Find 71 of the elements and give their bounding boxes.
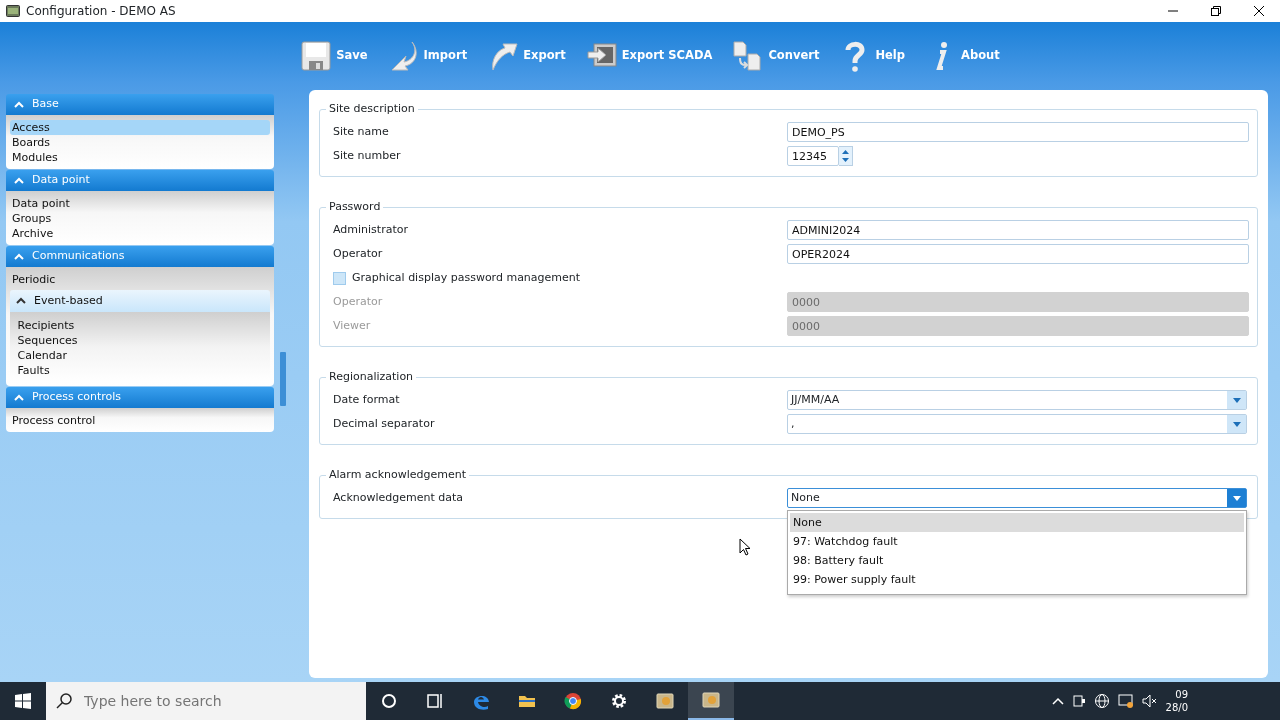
app-window-icon <box>701 690 721 710</box>
dropdown-arrow-icon <box>1232 495 1241 501</box>
sidebar-item[interactable]: Faults <box>12 362 268 378</box>
monitor-warning-icon[interactable] <box>1117 693 1134 709</box>
dropdown-field[interactable]: JJ/MM/AA <box>787 390 1247 410</box>
group-title: Alarm acknowledgement <box>328 468 468 482</box>
sidebar-item[interactable]: Periodic <box>10 272 270 287</box>
checkbox[interactable] <box>333 271 346 285</box>
number-field[interactable]: 12345 <box>787 146 839 166</box>
dropdown-option[interactable]: 97: Watchdog fault <box>790 532 1244 551</box>
field-label: Administrator <box>333 221 409 238</box>
dropdown-field[interactable]: , <box>787 414 1247 434</box>
input-field[interactable]: ADMINI2024 <box>787 220 1249 240</box>
group-title: Site description <box>328 102 416 116</box>
window-title: Configuration - DEMO AS <box>26 3 176 20</box>
chevron-up-icon <box>16 297 26 305</box>
dropdown-option[interactable]: 98: Battery fault <box>790 551 1244 570</box>
clock[interactable]: 09 28/0 <box>1165 688 1188 714</box>
windows-logo-icon <box>15 693 31 709</box>
sidebar-item[interactable]: Sequences <box>12 332 268 348</box>
spin-buttons[interactable] <box>839 146 853 166</box>
field-label: Date format <box>333 391 401 408</box>
chrome-icon <box>563 691 583 711</box>
chevron-up-icon <box>14 177 24 184</box>
spin-arrows-icon <box>842 150 849 162</box>
chevron-up-icon <box>14 393 24 401</box>
sidebar-item[interactable]: Modules <box>10 150 270 165</box>
sidebar-item[interactable]: Boards <box>10 135 270 150</box>
device-icon[interactable] <box>1071 694 1086 708</box>
group-title: Password <box>328 200 382 214</box>
field-label: Site number <box>333 147 402 164</box>
sidebar-item[interactable]: Calendar <box>12 347 268 363</box>
section-header[interactable]: Process controls <box>6 386 274 408</box>
group-title: Regionalization <box>328 370 415 384</box>
field-label: Acknowledgement data <box>333 489 465 506</box>
taskbar-app[interactable] <box>688 682 734 720</box>
close-icon <box>1253 6 1264 16</box>
restore-icon <box>1210 6 1221 16</box>
subgroup-header[interactable]: Event-based <box>10 289 270 312</box>
field-label: Operator <box>333 293 384 310</box>
field-label: Site name <box>333 123 390 140</box>
dropdown-arrow-icon <box>1232 421 1241 427</box>
sidebar-item[interactable]: Groups <box>10 211 270 226</box>
sidebar-item[interactable]: Access <box>10 120 270 135</box>
app-icon <box>6 5 20 17</box>
input-field[interactable]: OPER2024 <box>787 244 1249 264</box>
search-field[interactable]: Type here to search <box>82 689 342 713</box>
sidebar-item[interactable]: Archive <box>10 226 270 241</box>
field-label: Operator <box>333 245 384 262</box>
dropdown-option[interactable]: 99: Power supply fault <box>790 570 1244 589</box>
app-window-icon <box>655 691 675 711</box>
chevron-up-icon <box>14 101 24 108</box>
scrollbar-thumb[interactable] <box>280 352 286 406</box>
checkbox-label: Graphical display password management <box>352 269 581 286</box>
field-label: Viewer <box>333 317 372 334</box>
chevron-up-icon <box>14 253 24 260</box>
circle-icon <box>379 691 399 711</box>
globe-icon[interactable] <box>1093 693 1110 709</box>
field-label: Decimal separator <box>333 415 436 432</box>
search-box[interactable]: Type here to search <box>46 682 366 720</box>
dropdown-option[interactable]: None <box>790 513 1244 532</box>
speaker-muted-icon[interactable] <box>1141 693 1158 709</box>
gear-icon <box>609 691 629 711</box>
task-view-icon <box>425 691 445 711</box>
sidebar-item[interactable]: Data point <box>10 196 270 211</box>
dropdown-arrow-icon <box>1232 397 1241 403</box>
mouse-pointer-icon <box>739 538 751 556</box>
input-field[interactable]: DEMO_PS <box>787 122 1249 142</box>
sidebar-item[interactable]: Recipients <box>12 317 268 333</box>
chevron-up-icon[interactable] <box>1051 697 1064 705</box>
search-icon <box>56 693 72 709</box>
